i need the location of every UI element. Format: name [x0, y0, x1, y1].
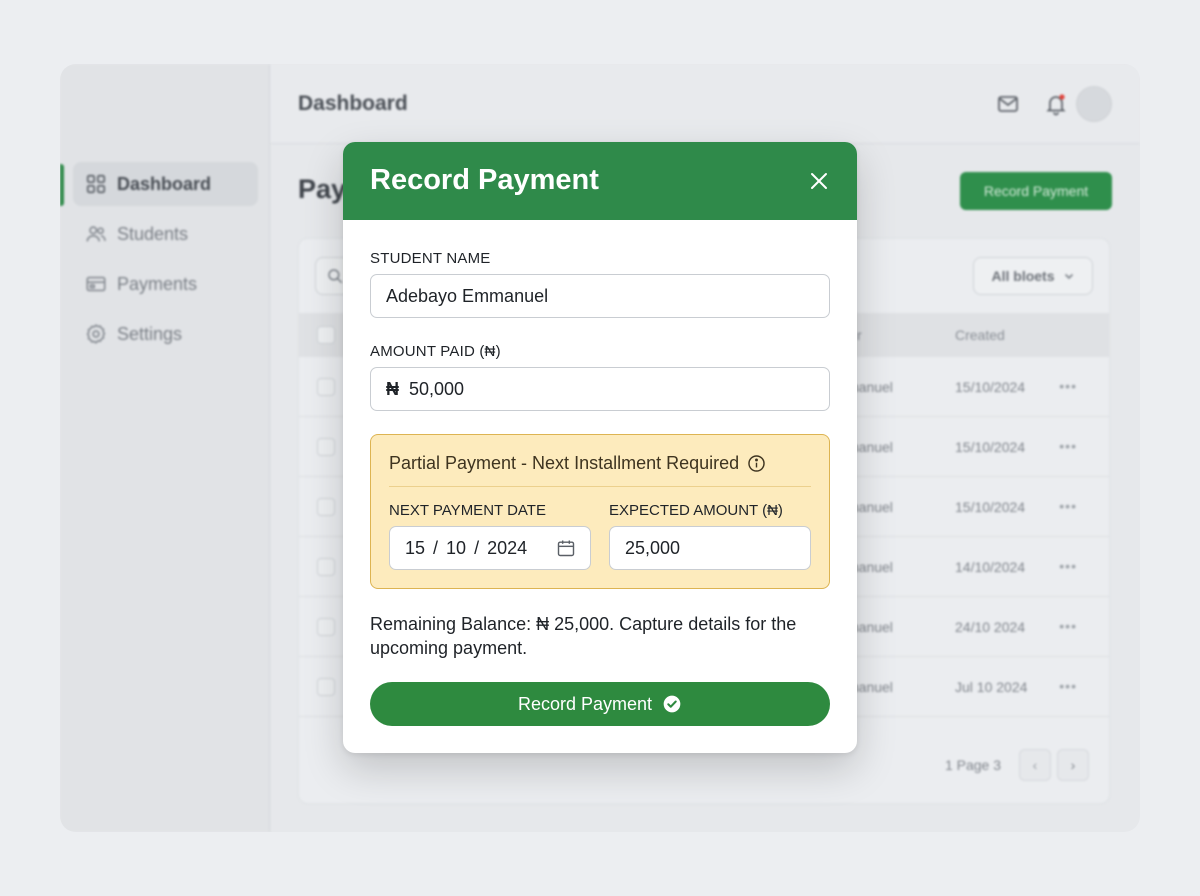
remaining-balance-text: Remaining Balance: ₦ 25,000. Capture det… — [370, 614, 797, 658]
info-icon[interactable] — [747, 454, 766, 473]
calendar-icon[interactable] — [556, 538, 576, 558]
amount-paid-label: AMOUNT PAID (₦) — [370, 343, 501, 360]
grid-icon — [86, 174, 106, 194]
date-day: 15 — [405, 537, 426, 558]
cell-created: 15/10/2024 — [955, 499, 1026, 515]
cell-created: 15/10/2024 — [955, 379, 1026, 395]
next-page-button[interactable]: › — [1057, 749, 1089, 781]
gear-icon — [86, 324, 106, 344]
expected-amount-label: EXPECTED AMOUNT (₦) — [609, 502, 783, 519]
filter-dropdown[interactable]: All bloets — [973, 257, 1093, 295]
sidebar-item-label: Students — [117, 223, 189, 244]
divider — [389, 486, 811, 487]
student-name-field[interactable]: Adebayo Emmanuel — [370, 274, 830, 318]
sidebar-item-label: Dashboard — [117, 173, 212, 194]
amount-paid-value: 50,000 — [409, 378, 465, 399]
row-checkbox[interactable] — [317, 378, 335, 396]
column-header-payer: r — [857, 327, 862, 343]
currency-symbol: ₦ — [386, 378, 399, 399]
notice-title: Partial Payment - Next Installment Requi… — [389, 453, 766, 474]
student-name-value: Adebayo Emmanuel — [386, 285, 549, 306]
sidebar-item-label: Payments — [117, 273, 198, 294]
row-menu-icon[interactable]: ••• — [1059, 378, 1077, 394]
card-icon — [86, 276, 106, 292]
sidebar-item-students[interactable]: Students — [73, 212, 258, 256]
header-title: Dashboard — [298, 92, 408, 115]
cell-created: 24/10 2024 — [955, 619, 1026, 635]
users-icon — [86, 226, 106, 242]
sidebar: Dashboard Students Payments Settings — [60, 64, 270, 832]
bell-icon[interactable] — [1044, 92, 1068, 116]
sidebar-item-label: Settings — [117, 323, 183, 344]
next-payment-date-label: NEXT PAYMENT DATE — [389, 502, 546, 519]
expected-amount-field[interactable]: 25,000 — [609, 526, 811, 570]
mail-icon[interactable] — [996, 92, 1020, 116]
record-payment-button[interactable]: Record Payment — [370, 682, 830, 726]
sidebar-item-settings[interactable]: Settings — [73, 312, 258, 356]
row-menu-icon[interactable]: ••• — [1059, 618, 1077, 634]
active-indicator — [60, 164, 64, 206]
expected-amount-value: 25,000 — [625, 537, 681, 558]
filter-label: All bloets — [991, 268, 1055, 284]
date-month: 10 — [446, 537, 467, 558]
date-separator: / — [474, 537, 480, 558]
prev-page-button[interactable]: ‹ — [1019, 749, 1051, 781]
page-title: Pay — [298, 174, 347, 204]
cell-created: Jul 10 2024 — [955, 679, 1028, 695]
close-icon[interactable] — [807, 169, 831, 193]
amount-paid-field[interactable]: ₦ 50,000 — [370, 367, 830, 411]
cell-created: 15/10/2024 — [955, 439, 1026, 455]
pagination-text: 1 Page 3 — [944, 757, 1001, 773]
row-menu-icon[interactable]: ••• — [1059, 678, 1077, 694]
partial-payment-notice: Partial Payment - Next Installment Requi… — [370, 434, 830, 589]
avatar[interactable] — [1076, 86, 1112, 122]
row-checkbox[interactable] — [317, 618, 335, 636]
notice-title-text: Partial Payment - Next Installment Requi… — [389, 453, 740, 473]
student-name-label: STUDENT NAME — [370, 250, 491, 267]
search-icon — [328, 269, 343, 284]
row-checkbox[interactable] — [317, 498, 335, 516]
record-payment-modal: Record Payment STUDENT NAME Adebayo Emma… — [343, 142, 857, 753]
sidebar-item-payments[interactable]: Payments — [73, 262, 258, 306]
modal-title: Record Payment — [370, 164, 599, 196]
check-circle-icon — [663, 695, 681, 713]
row-checkbox[interactable] — [317, 438, 335, 456]
row-checkbox[interactable] — [317, 558, 335, 576]
record-payment-button-label: Record Payment — [517, 693, 653, 714]
modal-header: Record Payment — [343, 142, 857, 220]
row-menu-icon[interactable]: ••• — [1059, 558, 1077, 574]
next-payment-date-field[interactable]: 15 / 10 / 2024 — [389, 526, 591, 570]
select-all-checkbox[interactable] — [317, 326, 335, 344]
row-checkbox[interactable] — [317, 678, 335, 696]
date-year: 2024 — [487, 537, 528, 558]
cell-created: 14/10/2024 — [955, 559, 1026, 575]
sidebar-item-dashboard[interactable]: Dashboard — [73, 162, 258, 206]
row-menu-icon[interactable]: ••• — [1059, 498, 1077, 514]
top-bar: Dashboard — [270, 64, 1140, 144]
row-menu-icon[interactable]: ••• — [1059, 438, 1077, 454]
column-header-created: Created — [955, 327, 1005, 343]
date-separator: / — [433, 537, 439, 558]
chevron-down-icon — [1064, 273, 1073, 280]
record-payment-button-bg[interactable]: Record Payment — [960, 172, 1112, 210]
